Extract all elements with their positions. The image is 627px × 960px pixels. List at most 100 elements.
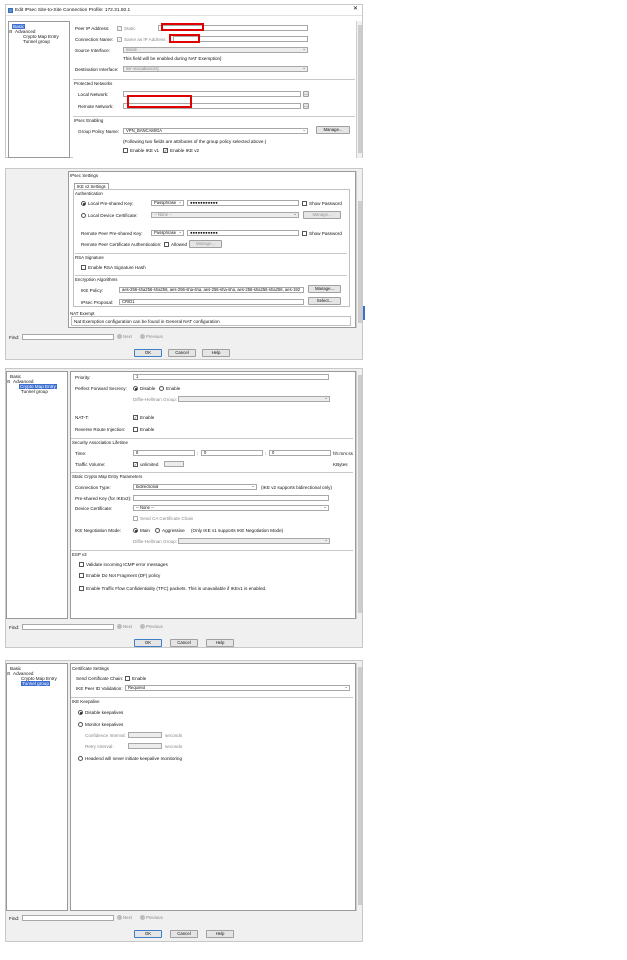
pfs-disable-radio[interactable]	[133, 386, 138, 391]
remote-cert-manage-button[interactable]: Manage...	[189, 240, 222, 248]
source-interface-select[interactable]: inside	[123, 47, 308, 53]
local-psk-label: Local Pre-shared Key:	[88, 201, 134, 206]
local-psk-type-select[interactable]: Passphrase	[151, 200, 184, 206]
ipsec-proposal-select-button[interactable]: Select...	[308, 297, 341, 305]
scrollbar-thumb[interactable]	[358, 375, 362, 613]
cancel-button[interactable]: Cancel	[170, 930, 198, 938]
ike-policy-input[interactable]: aes-256-sha256-sha256, aes-256-sha-sha, …	[119, 287, 304, 293]
cancel-button[interactable]: Cancel	[168, 349, 196, 357]
local-cert-manage-button[interactable]: Manage...	[303, 211, 341, 219]
previous-button[interactable]: Previous	[140, 624, 163, 630]
remote-psk-input[interactable]: ●●●●●●●●●●●	[187, 230, 299, 236]
scrollbar[interactable]	[356, 663, 362, 911]
next-icon	[117, 915, 122, 921]
rsa-signature-header: RSA Signature	[75, 255, 104, 260]
previous-button[interactable]: Previous	[140, 334, 163, 340]
nat-t-checkbox[interactable]: ✓	[133, 415, 138, 420]
headend-radio[interactable]	[78, 756, 83, 761]
tunnel-content: Certificate Settings Send Certificate Ch…	[70, 663, 356, 911]
remote-show-password-checkbox[interactable]	[302, 231, 307, 236]
local-cert-radio[interactable]	[81, 213, 86, 218]
static-checkbox[interactable]: ✓	[117, 26, 122, 31]
previous-icon	[140, 334, 145, 340]
remote-network-browse-button[interactable]: ...	[303, 103, 309, 109]
divider	[75, 253, 347, 254]
group-policy-select[interactable]: VPN_BANCAMIGA	[123, 128, 308, 134]
tree-expand-icon[interactable]: ⊟	[7, 379, 10, 384]
disable-keepalives-radio[interactable]	[78, 710, 83, 715]
scrollbar-thumb[interactable]	[358, 667, 362, 905]
tree-item-tunnel-group[interactable]: Tunnel group	[23, 39, 50, 44]
send-chain-checkbox[interactable]	[125, 676, 130, 681]
time-seconds-input[interactable]: 0	[269, 450, 331, 456]
previous-button[interactable]: Previous	[140, 915, 163, 921]
ike-neg-main-radio[interactable]	[133, 528, 138, 533]
help-button[interactable]: Help	[206, 930, 234, 938]
local-cert-select[interactable]: -- None --	[151, 212, 299, 218]
find-input[interactable]	[22, 624, 114, 630]
ike-neg-aggressive-radio[interactable]	[155, 528, 160, 533]
psk-ikev2-input[interactable]	[133, 495, 329, 501]
local-psk-input[interactable]: ●●●●●●●●●●●	[187, 200, 299, 206]
scrollbar[interactable]	[356, 371, 362, 619]
unlimited-checkbox[interactable]: ✓	[133, 462, 138, 467]
help-button[interactable]: Help	[206, 639, 234, 647]
local-psk-radio[interactable]	[81, 201, 86, 206]
destination-interface-select[interactable]: ser-vicioabancos]	[123, 66, 308, 72]
tree-item-tunnel-group[interactable]: Tunnel group	[21, 681, 50, 686]
enable-df-checkbox[interactable]	[79, 573, 84, 578]
device-cert-select[interactable]: -- None --	[133, 505, 329, 511]
ipsec-enabling-header: IPsec Enabling	[74, 118, 104, 123]
next-button[interactable]: Next	[117, 915, 132, 921]
traffic-volume-input[interactable]	[164, 461, 184, 467]
enable-rsa-hash-checkbox[interactable]	[81, 265, 86, 270]
desktop-accent	[363, 306, 365, 320]
ok-button[interactable]: OK	[134, 639, 162, 647]
validate-icmp-checkbox[interactable]	[79, 562, 84, 567]
allowed-checkbox[interactable]	[164, 242, 169, 247]
confidence-interval-input[interactable]	[128, 732, 162, 738]
pfs-enable-radio[interactable]	[159, 386, 164, 391]
pfs-dh-select[interactable]	[178, 396, 330, 402]
tree-item-tunnel-group[interactable]: Tunnel group	[21, 389, 48, 394]
enable-tfc-checkbox[interactable]	[79, 586, 84, 591]
next-button[interactable]: Next	[117, 334, 132, 340]
close-icon[interactable]: ✕	[353, 6, 358, 12]
tree-expand-icon[interactable]: ⊟	[7, 671, 10, 676]
scrollbar-thumb[interactable]	[358, 201, 362, 323]
find-input[interactable]	[22, 334, 114, 340]
cancel-button[interactable]: Cancel	[170, 639, 198, 647]
group-policy-manage-button[interactable]: Manage...	[316, 126, 350, 134]
ike-peer-label: IKE Peer ID Validation:	[76, 686, 123, 691]
scrollbar[interactable]	[356, 21, 362, 158]
time-minutes-input[interactable]: 0	[201, 450, 263, 456]
send-ca-checkbox[interactable]	[133, 516, 138, 521]
monitor-keepalives-radio[interactable]	[78, 722, 83, 727]
ike-peer-select[interactable]: Required	[125, 685, 350, 691]
scrollbar[interactable]	[356, 171, 362, 328]
previous-label: Previous	[146, 334, 163, 339]
retry-interval-input[interactable]	[128, 743, 162, 749]
local-network-browse-button[interactable]: ...	[303, 91, 309, 97]
time-hours-input[interactable]: 8	[133, 450, 195, 456]
next-button[interactable]: Next	[117, 624, 132, 630]
connection-type-select[interactable]: bidirectional	[133, 484, 257, 490]
help-button[interactable]: Help	[202, 349, 230, 357]
remote-psk-type-select[interactable]: Passphrase	[151, 230, 184, 236]
enable-ikev1-checkbox[interactable]	[123, 148, 128, 153]
ok-button[interactable]: OK	[134, 930, 162, 938]
same-as-ip-checkbox[interactable]: ✓	[117, 37, 122, 42]
ok-button[interactable]: OK	[134, 349, 162, 357]
ike-policy-manage-button[interactable]: Manage...	[308, 285, 341, 293]
enable-ikev2-checkbox[interactable]: ✓	[163, 148, 168, 153]
ike-dh-select[interactable]	[178, 538, 330, 544]
find-input[interactable]	[22, 915, 114, 921]
priority-input[interactable]: 1	[133, 374, 329, 380]
ipsec-proposal-input[interactable]: CRID1	[119, 299, 304, 305]
scrollbar-thumb[interactable]	[358, 25, 362, 153]
rri-checkbox[interactable]	[133, 427, 138, 432]
static-label: Static	[124, 26, 136, 31]
show-password-checkbox[interactable]	[302, 201, 307, 206]
divider	[75, 275, 347, 276]
tree-expand-icon[interactable]: ⊟	[9, 29, 12, 34]
